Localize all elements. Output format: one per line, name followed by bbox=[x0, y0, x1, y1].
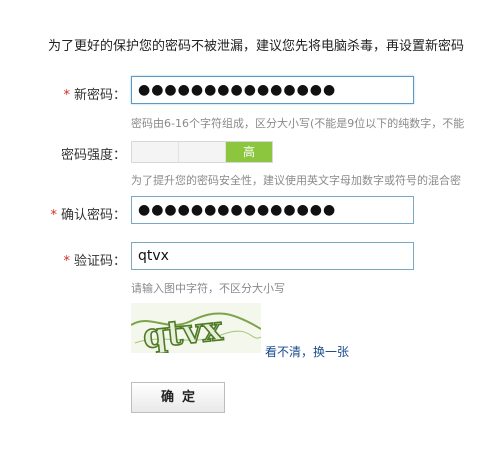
required-mark: * bbox=[50, 208, 57, 223]
submit-button[interactable]: 确定 bbox=[131, 382, 225, 413]
required-mark: * bbox=[63, 88, 70, 103]
captcha-hint: 请输入图中字符，不区分大小写 bbox=[131, 282, 285, 295]
captcha-input[interactable]: qtvx bbox=[131, 242, 414, 270]
strength-level-medium bbox=[179, 142, 226, 162]
new-password-label: * 新密码： bbox=[63, 88, 126, 103]
new-password-value: ●●●●●●●●●●●●●●● bbox=[138, 82, 337, 98]
password-strength-hint: 为了提升您的密码安全性，建议使用英文字母加数字或符号的混合密 bbox=[131, 174, 461, 187]
confirm-password-value: ●●●●●●●●●●●●●●● bbox=[138, 202, 337, 218]
captcha-input-value: qtvx bbox=[138, 248, 169, 264]
captcha-image: qtvx bbox=[131, 303, 261, 353]
confirm-password-field[interactable]: ●●●●●●●●●●●●●●● bbox=[131, 196, 414, 224]
security-notice: 为了更好的保护您的密码不被泄漏，建议您先将电脑杀毒，再设置新密码 bbox=[48, 39, 465, 54]
new-password-field[interactable]: ●●●●●●●●●●●●●●● bbox=[131, 76, 414, 104]
password-strength-meter: 高 bbox=[131, 141, 273, 163]
confirm-password-label: * 确认密码： bbox=[50, 208, 126, 223]
strength-level-high: 高 bbox=[226, 142, 272, 162]
required-mark: * bbox=[63, 254, 70, 269]
captcha-picture: qtvx bbox=[131, 303, 261, 353]
captcha-text: qtvx bbox=[141, 309, 225, 353]
strength-level-low bbox=[132, 142, 179, 162]
captcha-label: * 验证码： bbox=[63, 254, 126, 269]
password-strength-label: 密码强度： bbox=[60, 148, 126, 163]
refresh-captcha-link[interactable]: 看不清，换一张 bbox=[265, 343, 349, 360]
new-password-hint: 密码由6-16个字符组成，区分大小写(不能是9位以下的纯数字，不能 bbox=[131, 117, 465, 130]
